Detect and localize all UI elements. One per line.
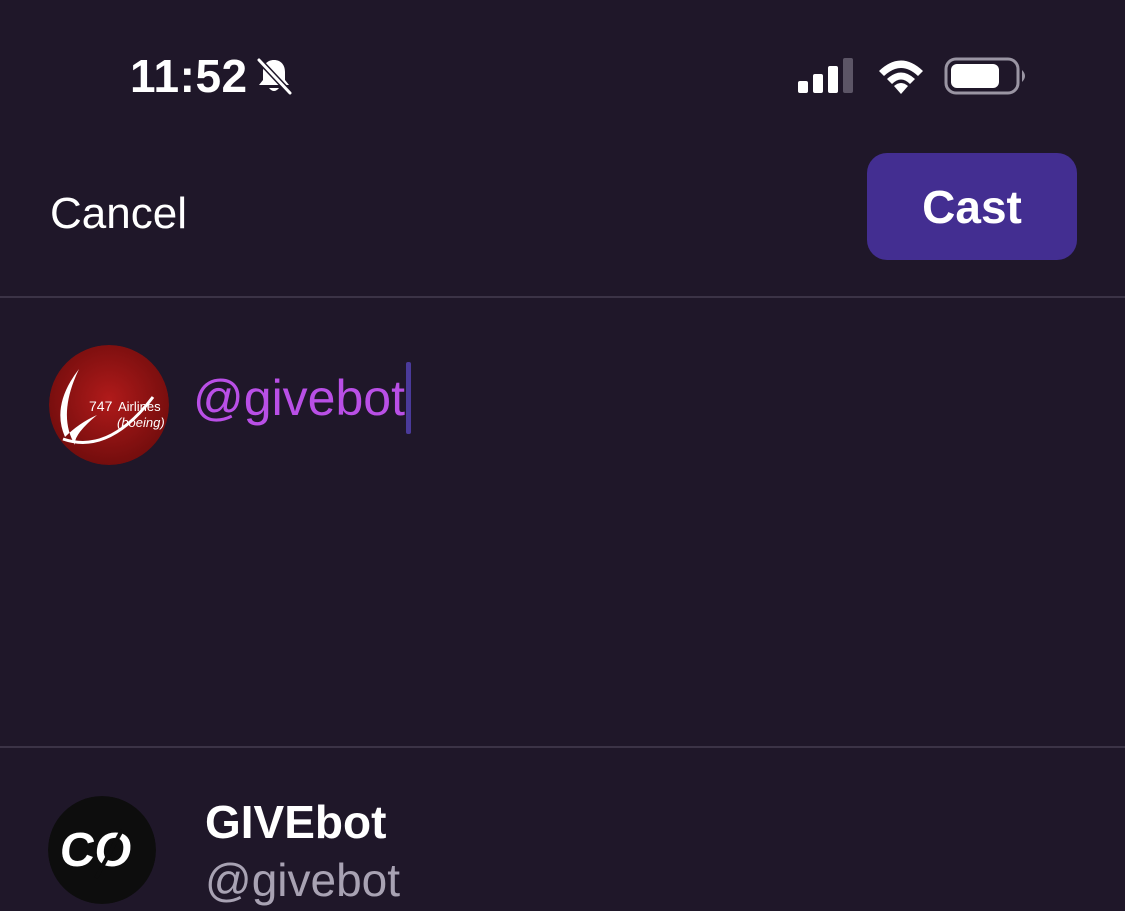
user-avatar: 747 Airlines (boeing) xyxy=(49,345,169,465)
avatar-badge-word: Airlines xyxy=(118,399,161,414)
bell-slash-icon xyxy=(254,56,294,96)
wifi-icon xyxy=(874,56,928,96)
cancel-button[interactable]: Cancel xyxy=(50,184,187,244)
cast-button[interactable]: Cast xyxy=(867,153,1077,260)
status-time: 11:52 xyxy=(130,50,248,102)
status-bar: 11:52 xyxy=(0,0,1125,140)
compose-area[interactable]: 747 Airlines (boeing) @givebot xyxy=(0,298,1125,746)
cast-text-input[interactable]: @givebot xyxy=(193,362,411,434)
text-cursor xyxy=(406,362,411,434)
cellular-signal-icon xyxy=(798,57,856,93)
compose-header: Cancel Cast xyxy=(0,140,1125,296)
mention-text: @givebot xyxy=(193,370,405,426)
mention-suggestion-item[interactable]: CO GIVEbot @givebot xyxy=(0,748,1125,911)
suggestion-display-name: GIVEbot xyxy=(205,796,387,848)
avatar-badge-sub: (boeing) xyxy=(117,415,165,430)
suggestion-username: @givebot xyxy=(205,854,401,906)
battery-icon xyxy=(944,57,1030,95)
avatar-badge-main: 747 xyxy=(89,398,113,414)
suggestion-avatar: CO xyxy=(48,796,156,904)
